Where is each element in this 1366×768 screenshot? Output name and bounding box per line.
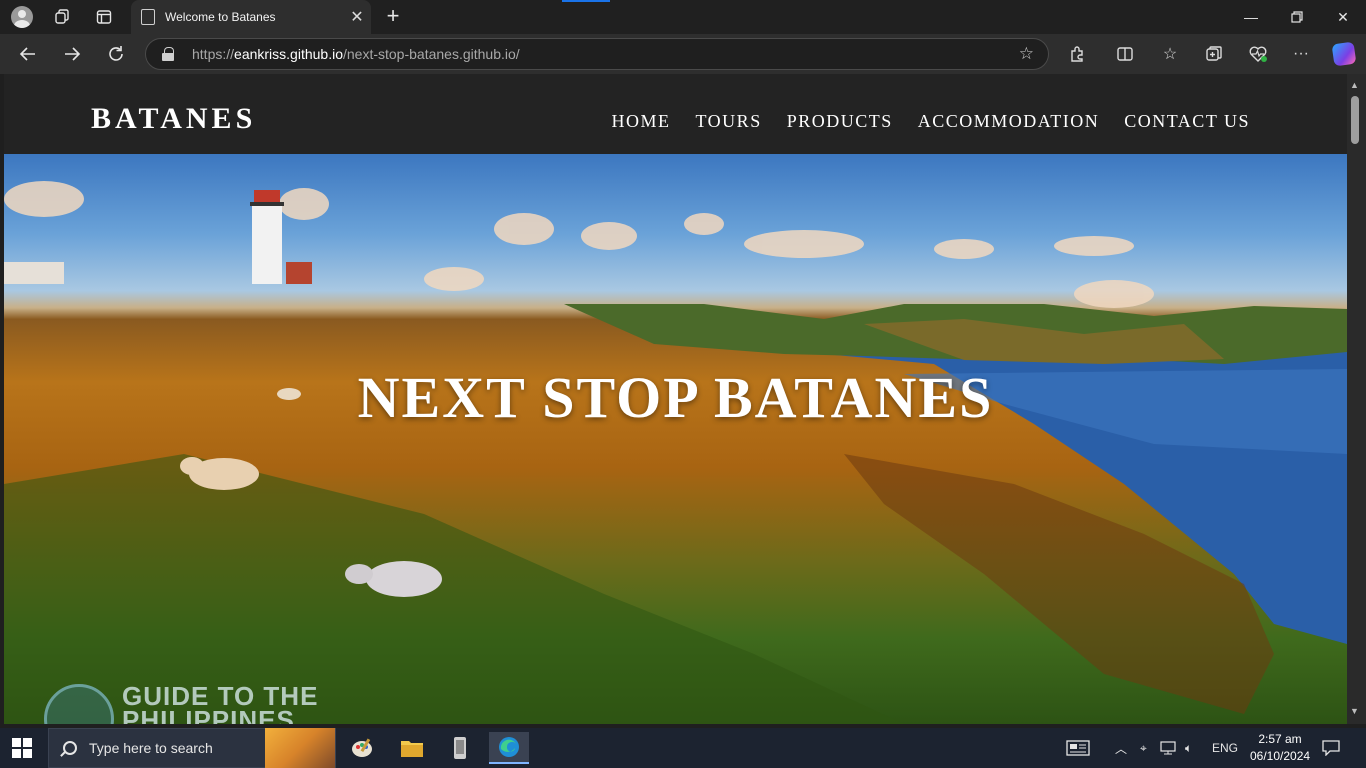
hero-title: NEXT STOP BATANES — [357, 365, 994, 430]
forward-button[interactable] — [57, 39, 87, 69]
browser-toolbar: https://eankriss.github.io/next-stop-bat… — [0, 34, 1366, 74]
clock-time: 2:57 am — [1258, 732, 1302, 746]
tab-active[interactable]: Welcome to Batanes ✕ — [131, 0, 371, 34]
lock-icon[interactable] — [162, 47, 174, 61]
watermark-line2: PHILIPPINES — [122, 705, 295, 724]
tab-actions-icon[interactable] — [90, 4, 118, 30]
more-menu-icon[interactable]: ··· — [1286, 39, 1316, 69]
nav-products[interactable]: PRODUCTS — [787, 111, 893, 132]
page-icon — [141, 9, 155, 25]
paint-app-icon[interactable] — [342, 732, 382, 764]
windows-taskbar: Type here to search ︿ ⌖ 🔈︎ ENG 2:57 am 0… — [0, 728, 1366, 768]
news-widget-icon[interactable] — [1066, 728, 1090, 768]
notifications-icon[interactable] — [1322, 728, 1340, 768]
site-header: BATANES HOME TOURS PRODUCTS ACCOMMODATIO… — [4, 74, 1347, 154]
main-nav: HOME TOURS PRODUCTS ACCOMMODATION CONTAC… — [612, 111, 1250, 132]
browser-essentials-icon[interactable] — [1243, 39, 1273, 69]
hero-banner: NEXT STOP BATANES GUIDE TO THE PHILIPPIN… — [4, 154, 1347, 724]
new-tab-button[interactable]: + — [380, 4, 406, 30]
location-icon[interactable]: ⌖ — [1140, 728, 1147, 768]
address-bar[interactable]: https://eankriss.github.io/next-stop-bat… — [145, 38, 1049, 70]
language-indicator[interactable]: ENG — [1212, 728, 1238, 768]
scroll-down-icon[interactable]: ▼ — [1350, 706, 1359, 716]
collections-icon[interactable] — [1199, 39, 1229, 69]
taskbar-search[interactable]: Type here to search — [48, 728, 336, 768]
system-clock[interactable]: 2:57 am 06/10/2024 — [1250, 731, 1310, 765]
close-tab-icon[interactable]: ✕ — [343, 7, 371, 27]
phone-app-icon[interactable] — [440, 732, 480, 764]
scrollbar-thumb[interactable] — [1351, 96, 1359, 144]
file-explorer-icon[interactable] — [392, 732, 432, 764]
hero-landscape-image — [4, 181, 1347, 724]
copilot-icon[interactable] — [1329, 39, 1359, 69]
page-viewport: BATANES HOME TOURS PRODUCTS ACCOMMODATIO… — [4, 74, 1347, 724]
favorites-icon[interactable]: ☆ — [1155, 39, 1185, 69]
close-window-button[interactable]: ✕ — [1320, 0, 1366, 34]
search-icon — [63, 741, 77, 755]
show-hidden-icons-icon[interactable]: ︿ — [1115, 728, 1127, 768]
browser-tab-bar: Welcome to Batanes ✕ + — ✕ — [0, 0, 1366, 34]
watermark-logo: GUIDE TO THE PHILIPPINES — [44, 683, 318, 724]
restore-button[interactable] — [1274, 0, 1320, 34]
url-text[interactable]: https://eankriss.github.io/next-stop-bat… — [192, 46, 520, 62]
favorite-star-icon[interactable]: ☆ — [1019, 44, 1034, 64]
accent-line — [562, 0, 610, 2]
start-button[interactable] — [12, 738, 32, 758]
extensions-icon[interactable] — [1062, 39, 1092, 69]
site-logo[interactable]: BATANES — [91, 102, 256, 136]
split-screen-icon[interactable] — [1110, 39, 1140, 69]
nav-home[interactable]: HOME — [612, 111, 671, 132]
network-icon[interactable] — [1160, 728, 1178, 768]
workspaces-icon[interactable] — [48, 4, 76, 30]
nav-contact-us[interactable]: CONTACT US — [1124, 111, 1250, 132]
search-highlight-image[interactable] — [265, 728, 335, 768]
volume-icon[interactable]: 🔈︎ — [1185, 728, 1192, 768]
edge-browser-icon[interactable] — [489, 732, 529, 764]
nav-tours[interactable]: TOURS — [696, 111, 762, 132]
search-placeholder: Type here to search — [89, 740, 213, 756]
minimize-button[interactable]: — — [1228, 0, 1274, 34]
scroll-up-icon[interactable]: ▲ — [1350, 80, 1359, 90]
watermark-globe-icon — [44, 684, 114, 724]
clock-date: 06/10/2024 — [1250, 749, 1311, 763]
nav-accommodation[interactable]: ACCOMMODATION — [918, 111, 1100, 132]
profile-avatar-icon[interactable] — [8, 4, 36, 30]
back-button[interactable] — [13, 39, 43, 69]
tab-title: Welcome to Batanes — [165, 10, 276, 24]
page-scrollbar[interactable]: ▲ ▼ — [1347, 74, 1366, 724]
refresh-button[interactable] — [101, 39, 131, 69]
